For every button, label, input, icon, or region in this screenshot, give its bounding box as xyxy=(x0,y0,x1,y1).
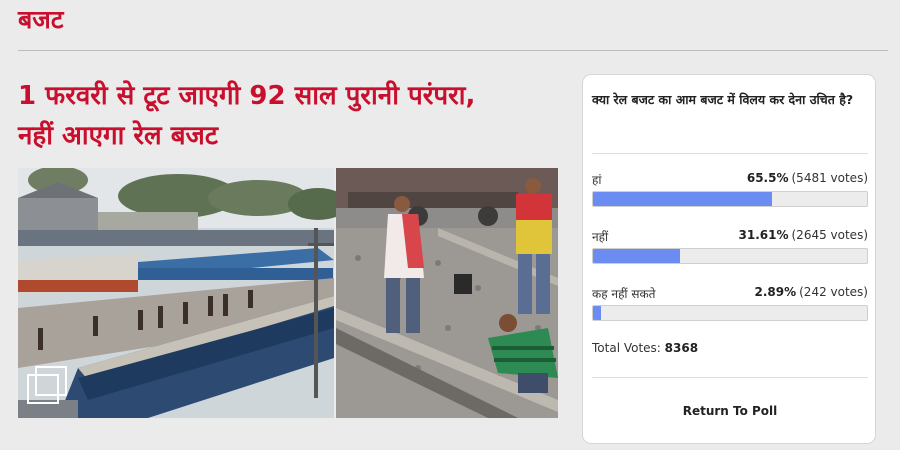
poll-option-label: हां xyxy=(592,173,602,187)
poll-option-no: नहीं 31.61% (2645 votes) xyxy=(592,226,868,264)
gallery-icon[interactable] xyxy=(26,365,68,407)
article-image[interactable] xyxy=(18,168,558,418)
poll-option-votes: (242 votes) xyxy=(799,285,868,299)
poll-option-votes: (2645 votes) xyxy=(791,228,869,242)
section-divider xyxy=(18,50,888,51)
headline-line-1: 1 फरवरी से टूट जाएगी 92 साल पुरानी परंपर… xyxy=(18,81,476,111)
poll-option-yes: हां 65.5% (5481 votes) xyxy=(592,169,868,207)
poll-result-bar xyxy=(592,305,868,321)
poll-divider-bottom xyxy=(592,377,868,378)
poll-total-value: 8368 xyxy=(664,341,699,355)
return-to-poll-button[interactable]: Return To Poll xyxy=(583,404,877,418)
poll-option-label: कह नहीं सकते xyxy=(592,287,656,301)
poll-result-bar xyxy=(592,191,868,207)
poll-option-percent: 31.61% xyxy=(738,228,789,242)
poll-result-fill xyxy=(593,306,601,320)
poll-question: क्या रेल बजट का आम बजट में विलय कर देना … xyxy=(592,92,854,107)
poll-divider-top xyxy=(592,153,868,154)
poll-total-label: Total Votes: xyxy=(592,341,661,355)
track-workers-photo xyxy=(336,168,558,418)
poll-option-percent: 2.89% xyxy=(754,285,797,299)
poll-option-percent: 65.5% xyxy=(746,171,789,185)
poll-result-fill xyxy=(593,249,680,263)
poll-result-bar xyxy=(592,248,868,264)
poll-widget: क्या रेल बजट का आम बजट में विलय कर देना … xyxy=(582,74,876,444)
section-title: बजट xyxy=(18,5,64,34)
poll-option-cant-say: कह नहीं सकते 2.89% (242 votes) xyxy=(592,283,868,321)
headline-line-2: नहीं आएगा रेल बजट xyxy=(18,121,218,151)
article-headline[interactable]: 1 फरवरी से टूट जाएगी 92 साल पुरानी परंपर… xyxy=(18,76,558,156)
poll-result-fill xyxy=(593,192,773,206)
poll-total-votes: Total Votes: 8368 xyxy=(592,341,698,355)
poll-option-label: नहीं xyxy=(592,230,609,244)
poll-option-votes: (5481 votes) xyxy=(791,171,869,185)
